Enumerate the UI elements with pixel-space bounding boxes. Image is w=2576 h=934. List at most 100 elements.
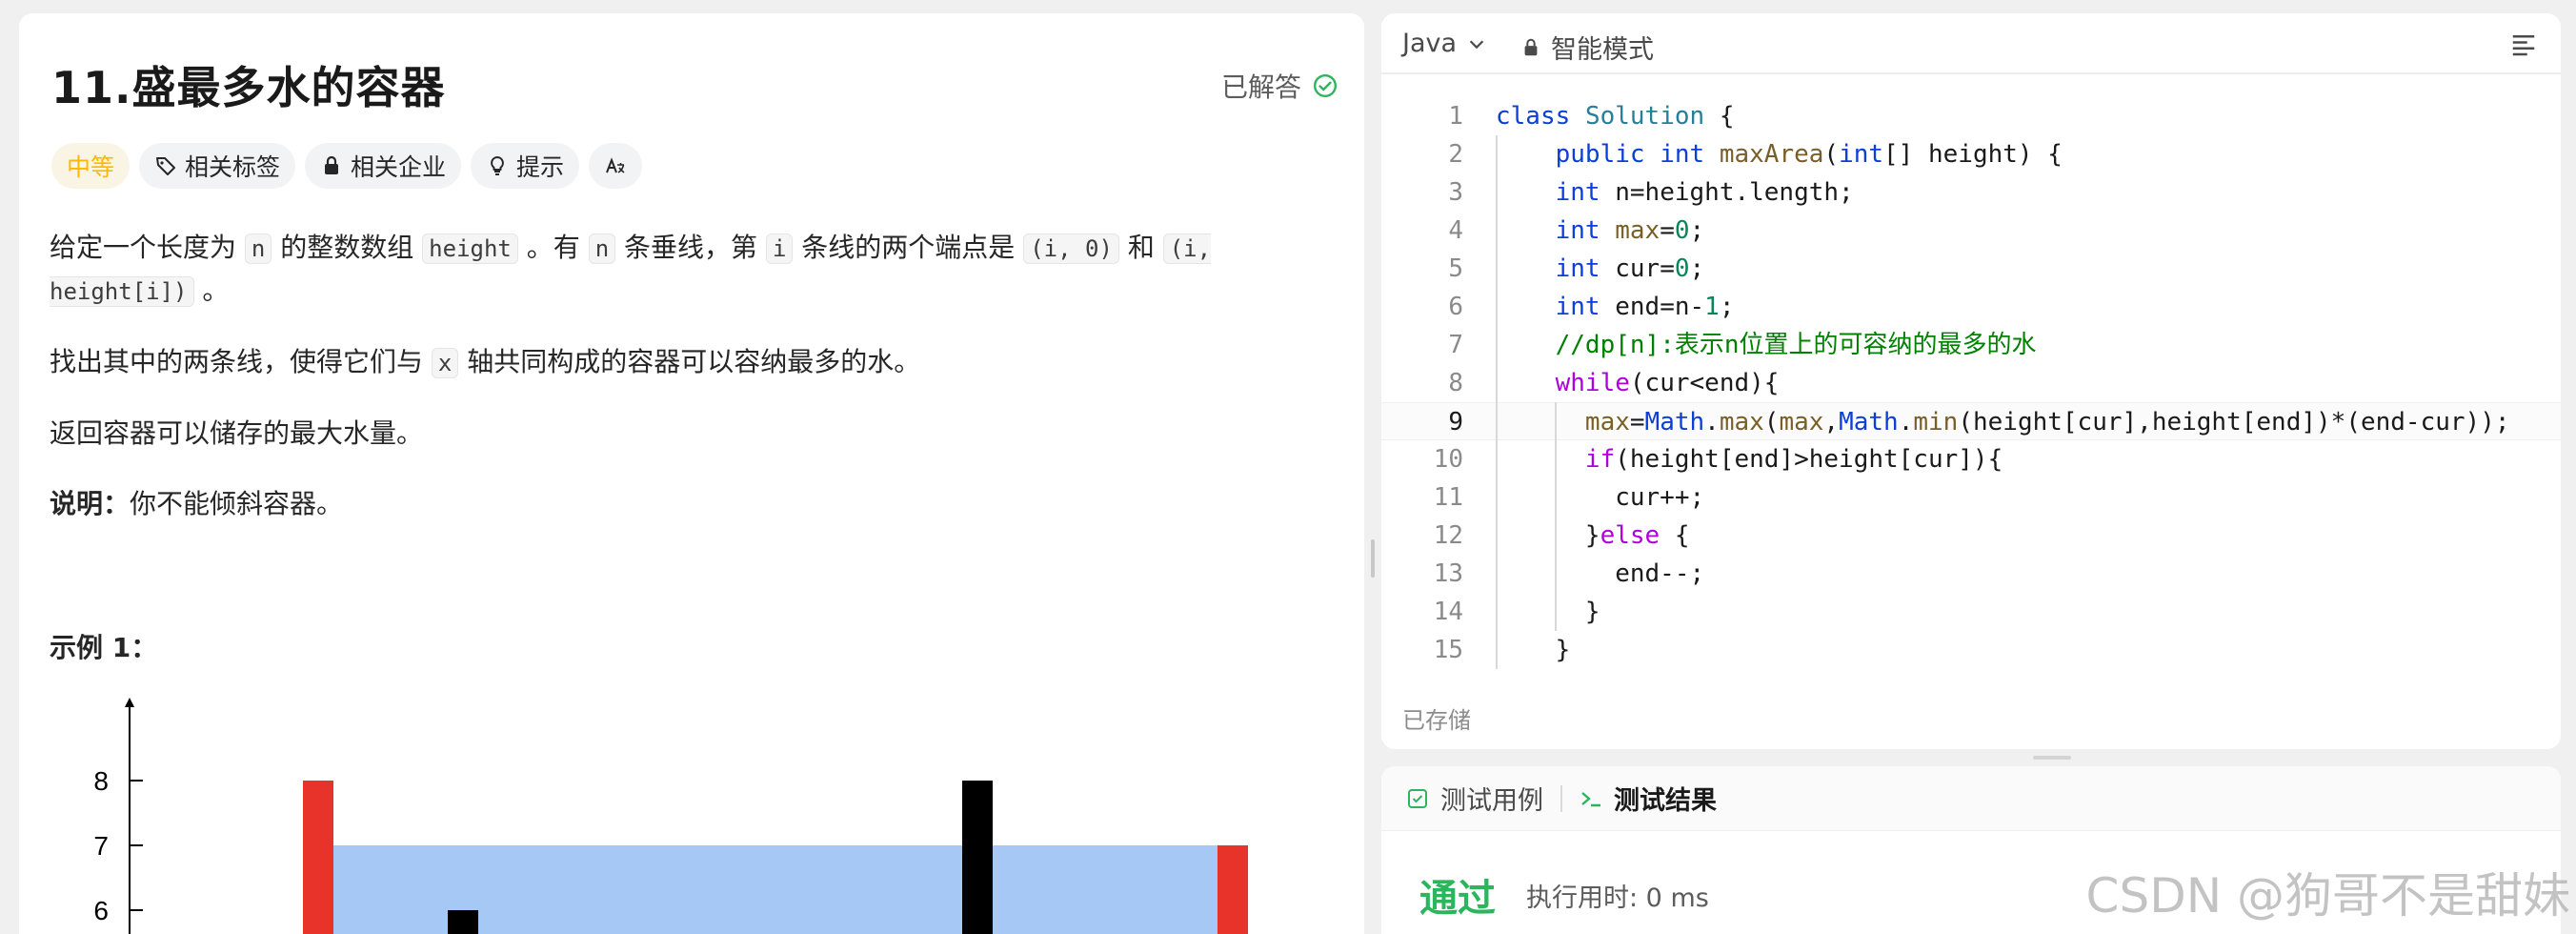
tab-test-result[interactable]: 测试结果 xyxy=(1580,780,1717,817)
check-circle-icon xyxy=(1313,73,1338,98)
code-line[interactable]: 6 int end=n-1; xyxy=(1381,288,2561,326)
example-chart: 6 7 8 xyxy=(93,698,1248,934)
y-tick-label: 7 xyxy=(93,831,109,861)
code-text: cur++; xyxy=(1496,483,1705,512)
terminal-icon xyxy=(1581,791,1600,806)
inline-code: n xyxy=(244,234,272,264)
code-text: //dp[n]:表示n位置上的可容纳的最多的水 xyxy=(1555,331,2037,359)
code-text: if(height[end]>height[cur]){ xyxy=(1584,445,2003,474)
code-text: max=Math.max(max,Math.min(height[cur],he… xyxy=(1584,408,2510,437)
hint-button[interactable]: 提示 xyxy=(471,143,580,189)
code-text: public int maxArea(int[] height) { xyxy=(1555,140,2063,169)
language-select[interactable]: Java xyxy=(1402,29,1487,58)
code-line[interactable]: 15 } xyxy=(1381,631,2561,669)
note-label: 说明： xyxy=(50,488,131,519)
code-line[interactable]: 2 public int maxArea(int[] height) { xyxy=(1381,135,2561,173)
inline-code: height xyxy=(422,234,518,264)
hint-label: 提示 xyxy=(516,153,565,181)
code-text: } xyxy=(1496,598,1600,626)
code-text: class Solution { xyxy=(1496,102,1735,131)
code-line[interactable]: 4 int max=0; xyxy=(1381,212,2561,250)
code-text: int end=n-1; xyxy=(1555,293,1735,321)
indent-guide xyxy=(1496,135,1498,669)
solved-label: 已解答 xyxy=(1220,71,1301,103)
tab-testcase-label: 测试用例 xyxy=(1440,786,1543,816)
code-line[interactable]: 11 cur++; xyxy=(1381,478,2561,517)
lightbulb-icon xyxy=(491,156,504,175)
code-text: }else { xyxy=(1496,521,1690,550)
inline-code: (i, 0) xyxy=(1023,234,1119,264)
translate-button[interactable] xyxy=(589,143,643,189)
bar xyxy=(962,781,993,934)
pass-status: 通过 xyxy=(1419,877,1496,921)
language-label: Java xyxy=(1402,29,1458,58)
line-number: 15 xyxy=(1433,636,1463,664)
line-number: 5 xyxy=(1448,254,1463,283)
related-tags-button[interactable]: 相关标签 xyxy=(139,143,296,189)
line-number: 12 xyxy=(1433,521,1463,550)
result-tabs: 测试用例 测试结果 xyxy=(1381,766,2561,831)
line-number: 7 xyxy=(1448,331,1463,359)
inline-code: x xyxy=(431,348,459,378)
related-companies-button[interactable]: 相关企业 xyxy=(305,143,462,189)
code-line[interactable]: 3 int n=height.length; xyxy=(1381,173,2561,212)
tab-testcase[interactable]: 测试用例 xyxy=(1406,780,1543,817)
problem-description: 给定一个长度为 n 的整数数组 height 。有 n 条垂线，第 i 条线的两… xyxy=(50,227,1231,554)
tag-icon xyxy=(156,157,176,175)
code-editor[interactable]: 1 class Solution { 2 public int maxArea(in… xyxy=(1381,97,2561,669)
bar xyxy=(303,781,333,934)
code-text: int max=0; xyxy=(1555,216,1705,245)
code-text: int cur=0; xyxy=(1555,254,1705,283)
lock-icon xyxy=(325,155,339,174)
desc-paragraph-2: 找出其中的两条线，使得它们与 x 轴共同构成的容器可以容纳最多的水。 xyxy=(50,346,921,378)
saved-status: 已存储 xyxy=(1402,707,1471,734)
line-number: 10 xyxy=(1433,445,1463,474)
tag-row: 中等 相关标签 相关企业 提示 xyxy=(51,143,643,189)
desc-paragraph-4: 说明：你不能倾斜容器。 xyxy=(50,488,344,519)
code-line[interactable]: 9 max=Math.max(max,Math.min(height[cur],… xyxy=(1381,402,2561,440)
menu-icon[interactable] xyxy=(2509,30,2538,59)
panel-resize-handle-horizontal[interactable] xyxy=(2033,756,2071,760)
code-line[interactable]: 12 }else { xyxy=(1381,517,2561,555)
related-companies-label: 相关企业 xyxy=(351,153,447,181)
desc-paragraph-3: 返回容器可以储存的最大水量。 xyxy=(50,417,424,449)
lock-icon xyxy=(1524,38,1538,55)
line-number: 13 xyxy=(1433,559,1463,588)
code-line[interactable]: 1 class Solution { xyxy=(1381,97,2561,135)
code-line[interactable]: 7 //dp[n]:表示n位置上的可容纳的最多的水 xyxy=(1381,326,2561,364)
tab-test-result-label: 测试结果 xyxy=(1614,786,1717,816)
translate-icon xyxy=(606,157,625,173)
code-line[interactable]: 13 end--; xyxy=(1381,555,2561,593)
code-line[interactable]: 5 int cur=0; xyxy=(1381,250,2561,288)
line-number: 6 xyxy=(1448,293,1463,321)
solved-status: 已解答 xyxy=(1221,67,1338,105)
line-number: 2 xyxy=(1448,140,1463,169)
example-title: 示例 1： xyxy=(50,632,158,663)
line-number: 9 xyxy=(1448,408,1463,437)
chevron-down-icon xyxy=(1469,39,1484,49)
code-line[interactable]: 10 if(height[end]>height[cur]){ xyxy=(1381,440,2561,478)
y-tick-label: 8 xyxy=(93,766,109,796)
code-text: while(cur<end){ xyxy=(1555,369,1780,397)
code-editor-panel: Java 智能模式 1 class Solution { 2 public int … xyxy=(1381,13,2561,749)
line-number: 8 xyxy=(1448,369,1463,397)
inline-code: i xyxy=(765,234,794,264)
difficulty-label: 中等 xyxy=(67,153,115,181)
line-number: 11 xyxy=(1433,483,1463,512)
problem-panel: 11.盛最多水的容器 已解答 中等 相关标签 相关企业 提示 给定一个长度为 n… xyxy=(19,13,1364,934)
related-tags-label: 相关标签 xyxy=(185,153,281,181)
y-axis-arrow xyxy=(125,698,134,707)
panel-resize-handle-vertical[interactable] xyxy=(1371,539,1375,578)
smart-mode-toggle[interactable]: 智能模式 xyxy=(1520,29,1654,66)
editor-toolbar: Java 智能模式 xyxy=(1381,13,2561,74)
checkbox-icon xyxy=(1408,788,1427,808)
watermark: CSDN @狗哥不是甜妹 xyxy=(2085,868,2570,924)
bar xyxy=(448,910,478,934)
line-number: 14 xyxy=(1433,598,1463,626)
line-number: 1 xyxy=(1448,102,1463,131)
code-line[interactable]: 14 } xyxy=(1381,593,2561,631)
y-tick-label: 6 xyxy=(93,896,109,925)
code-line[interactable]: 8 while(cur<end){ xyxy=(1381,364,2561,402)
difficulty-badge: 中等 xyxy=(51,143,131,189)
indent-guide xyxy=(1555,402,1557,631)
